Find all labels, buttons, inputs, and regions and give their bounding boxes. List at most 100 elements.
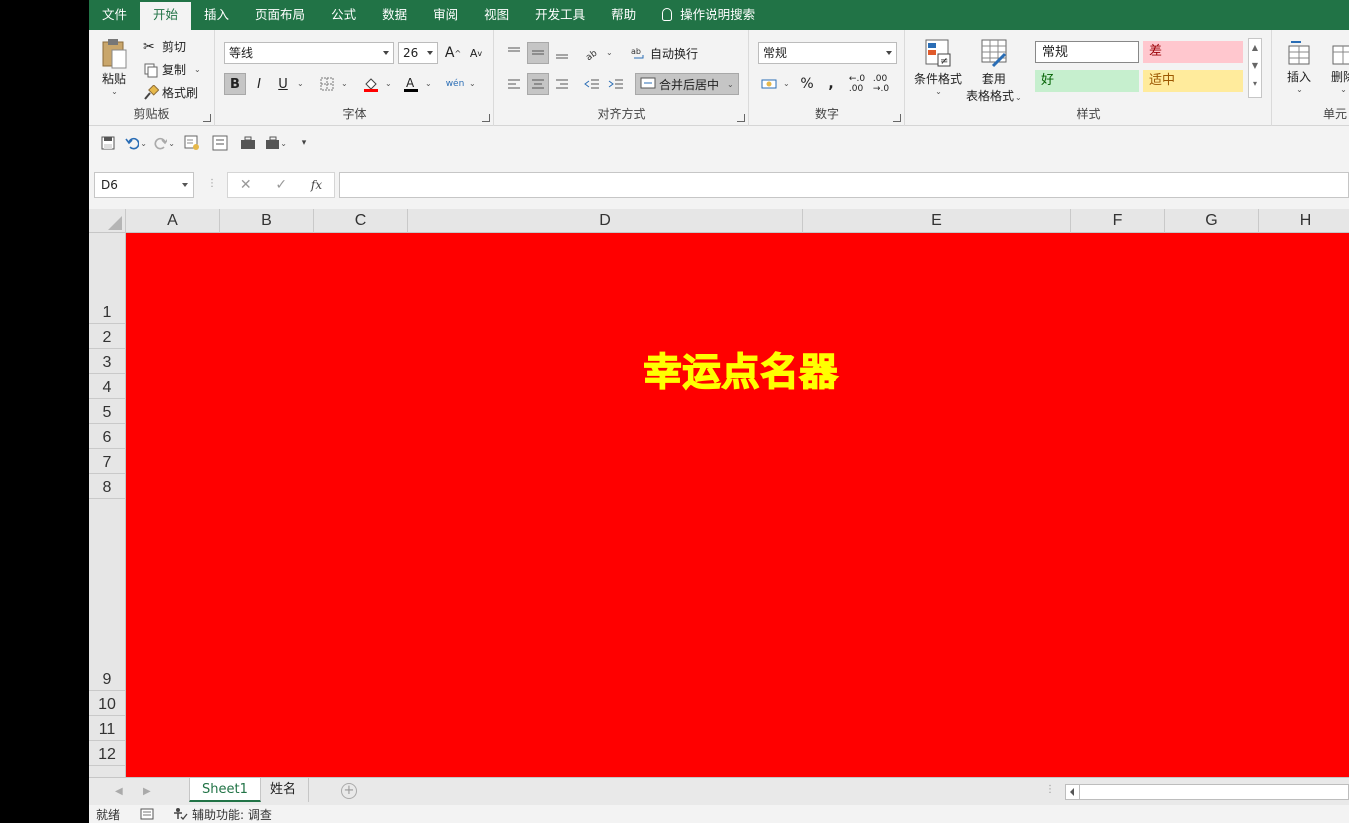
percent-button[interactable]: % (796, 73, 818, 95)
toolbox-button[interactable] (237, 132, 259, 154)
align-center-button[interactable] (527, 73, 549, 95)
undo-button[interactable]: ⌄ (125, 132, 147, 154)
row-header-6[interactable]: 6 (89, 424, 125, 449)
menu-review[interactable]: 审阅 (420, 0, 471, 30)
column-header-f[interactable]: F (1071, 209, 1165, 233)
bold-button[interactable]: B (224, 73, 246, 95)
phonetic-button[interactable]: wén (444, 73, 466, 95)
name-box[interactable]: D6 (94, 172, 194, 198)
column-header-a[interactable]: A (126, 209, 220, 233)
dialog-launcher-icon[interactable] (737, 114, 745, 122)
vertical-dots-icon[interactable]: ⋮ (1045, 784, 1055, 795)
cut-button[interactable]: ✂ 剪切 (143, 38, 186, 55)
column-header-c[interactable]: C (314, 209, 408, 233)
style-normal[interactable]: 常规 (1035, 41, 1139, 63)
menu-formulas[interactable]: 公式 (318, 0, 369, 30)
chevron-down-icon[interactable]: ⌄ (469, 79, 476, 88)
underline-button[interactable]: U (272, 73, 294, 95)
row-header-7[interactable]: 7 (89, 449, 125, 474)
row-header-2[interactable]: 2 (89, 324, 125, 349)
column-header-d[interactable]: D (408, 209, 803, 233)
wrap-text-button[interactable]: ab 自动换行 (631, 45, 698, 62)
menu-help[interactable]: 帮助 (598, 0, 649, 30)
row-header-1[interactable]: 1 (89, 233, 125, 324)
insert-cells-button[interactable]: 插入 ⌄ (1285, 38, 1313, 94)
row-header-10[interactable]: 10 (89, 691, 125, 716)
number-format-combo[interactable]: 常规 (758, 42, 897, 64)
tab-sheet1[interactable]: Sheet1 (189, 778, 261, 802)
menu-view[interactable]: 视图 (471, 0, 522, 30)
accounting-format-button[interactable] (758, 73, 780, 95)
dialog-launcher-icon[interactable] (482, 114, 490, 122)
fill-color-button[interactable] (360, 73, 382, 95)
row-header-5[interactable]: 5 (89, 399, 125, 424)
chevron-down-icon[interactable]: ⌄ (341, 79, 348, 88)
merge-center-button[interactable]: 合并后居中 ⌄ (635, 73, 739, 95)
menu-insert[interactable]: 插入 (191, 0, 242, 30)
align-middle-button[interactable] (527, 42, 549, 64)
toolbox-dropdown-button[interactable]: ⌄ (265, 132, 287, 154)
cancel-icon[interactable]: ✕ (240, 177, 252, 193)
add-sheet-icon[interactable]: + (341, 783, 357, 799)
style-bad[interactable]: 差 (1143, 41, 1243, 63)
horizontal-scrollbar[interactable] (1065, 784, 1349, 800)
dialog-launcher-icon[interactable] (893, 114, 901, 122)
shrink-font-button[interactable]: Av (465, 42, 487, 64)
font-size-combo[interactable]: 26 (398, 42, 438, 64)
accessibility-status[interactable]: 辅助功能: 调查 (192, 806, 272, 823)
copy-button[interactable]: 复制 ⌄ (143, 61, 201, 78)
align-top-button[interactable] (503, 42, 525, 64)
chevron-down-icon[interactable]: ⌄ (297, 79, 304, 88)
checklist-button[interactable] (209, 132, 231, 154)
row-header-9[interactable]: 9 (89, 499, 125, 691)
macro-record-icon[interactable] (140, 808, 154, 820)
grow-font-button[interactable]: A ^ (442, 42, 464, 64)
menu-developer[interactable]: 开发工具 (522, 0, 598, 30)
style-good[interactable]: 好 (1035, 70, 1139, 92)
scroll-down-icon[interactable]: ▼ (1249, 57, 1261, 75)
enter-check-icon[interactable]: ✓ (275, 177, 287, 193)
menu-file[interactable]: 文件 (89, 0, 140, 30)
increase-indent-button[interactable] (605, 73, 627, 95)
comma-style-button[interactable]: , (820, 73, 842, 95)
style-neutral[interactable]: 适中 (1143, 70, 1243, 92)
align-left-button[interactable] (503, 73, 525, 95)
format-painter-button[interactable]: 格式刷 (143, 83, 198, 101)
menu-data[interactable]: 数据 (369, 0, 420, 30)
column-header-e[interactable]: E (803, 209, 1071, 233)
chevron-down-icon[interactable]: ⌄ (425, 79, 432, 88)
insert-function-icon[interactable]: fx (311, 178, 322, 192)
font-name-combo[interactable]: 等线 (224, 42, 394, 64)
save-button[interactable] (97, 132, 119, 154)
row-header-4[interactable]: 4 (89, 374, 125, 399)
tab-names[interactable]: 姓名 (258, 778, 310, 802)
scroll-left-icon[interactable] (1066, 785, 1080, 799)
italic-button[interactable]: I (248, 73, 270, 95)
select-all-corner[interactable] (89, 209, 126, 233)
decrease-indent-button[interactable] (581, 73, 603, 95)
redo-button[interactable]: ⌄ (153, 132, 175, 154)
customize-qat-button[interactable]: ▾ (293, 132, 315, 154)
row-header-8[interactable]: 8 (89, 474, 125, 499)
align-right-button[interactable] (551, 73, 573, 95)
align-bottom-button[interactable] (551, 42, 573, 64)
decrease-decimal-button[interactable]: .00 →.0 (870, 73, 892, 95)
paste-button[interactable]: 粘贴 ⌄ (99, 38, 129, 96)
chevron-down-icon[interactable]: ⌄ (606, 48, 613, 57)
borders-button[interactable] (316, 73, 338, 95)
tell-me-search[interactable]: 操作说明搜索 (649, 0, 768, 30)
row-header-3[interactable]: 3 (89, 349, 125, 374)
format-as-table-button[interactable]: 套用 表格格式⌄ (966, 38, 1022, 104)
chevron-down-icon[interactable]: ⌄ (385, 79, 392, 88)
column-header-b[interactable]: B (220, 209, 314, 233)
styles-gallery-scroll[interactable]: ▲ ▼ ▾ (1248, 38, 1262, 98)
accessibility-icon[interactable] (172, 807, 188, 821)
font-color-button[interactable]: A (400, 73, 422, 95)
delete-cells-button[interactable]: 删除 ⌄ (1329, 38, 1349, 94)
chevron-down-icon[interactable]: ⌄ (783, 79, 790, 88)
conditional-formatting-button[interactable]: ≠ 条件格式 ⌄ (914, 38, 962, 96)
worksheet-grid[interactable]: 幸运点名器 (126, 233, 1349, 777)
dialog-launcher-icon[interactable] (203, 114, 211, 122)
menu-page-layout[interactable]: 页面布局 (242, 0, 318, 30)
tab-scroll-left-icon[interactable]: ◀ (115, 786, 123, 797)
